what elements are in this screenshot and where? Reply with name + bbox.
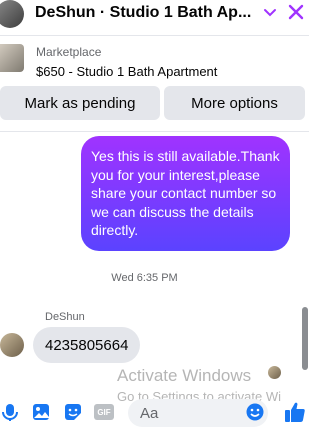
emoji-icon[interactable] xyxy=(246,403,264,421)
outgoing-message[interactable]: Yes this is still available.Thank you fo… xyxy=(81,136,290,251)
chat-header: DeShun · Studio 1 Bath Ap... xyxy=(0,0,309,28)
gif-label: GIF xyxy=(94,404,114,420)
mark-as-pending-button[interactable]: Mark as pending xyxy=(0,86,160,120)
thumbs-up-icon[interactable] xyxy=(284,401,306,423)
sender-avatar[interactable] xyxy=(0,333,24,357)
scrollbar-thumb[interactable] xyxy=(302,307,308,370)
chat-title[interactable]: DeShun · Studio 1 Bath Ap... xyxy=(35,4,253,22)
sticker-icon[interactable] xyxy=(63,402,83,422)
photo-icon[interactable] xyxy=(31,402,51,422)
marketplace-label: Marketplace xyxy=(36,45,102,59)
chevron-down-icon[interactable] xyxy=(262,4,278,20)
message-timestamp: Wed 6:35 PM xyxy=(111,272,178,284)
gif-icon[interactable]: GIF xyxy=(94,402,114,422)
activate-windows-title: Activate Windows xyxy=(117,366,252,385)
sender-name: DeShun xyxy=(45,311,85,323)
incoming-message[interactable]: 4235805664 xyxy=(33,327,141,363)
mic-icon[interactable] xyxy=(0,402,20,422)
close-icon[interactable] xyxy=(287,3,305,21)
listing-title[interactable]: $650 - Studio 1 Bath Apartment xyxy=(36,64,217,79)
actions-divider xyxy=(0,131,309,132)
header-divider xyxy=(0,35,309,36)
listing-thumbnail[interactable] xyxy=(0,44,24,72)
more-options-button[interactable]: More options xyxy=(164,86,305,120)
seen-avatar-icon xyxy=(268,366,281,379)
avatar[interactable] xyxy=(0,0,24,28)
